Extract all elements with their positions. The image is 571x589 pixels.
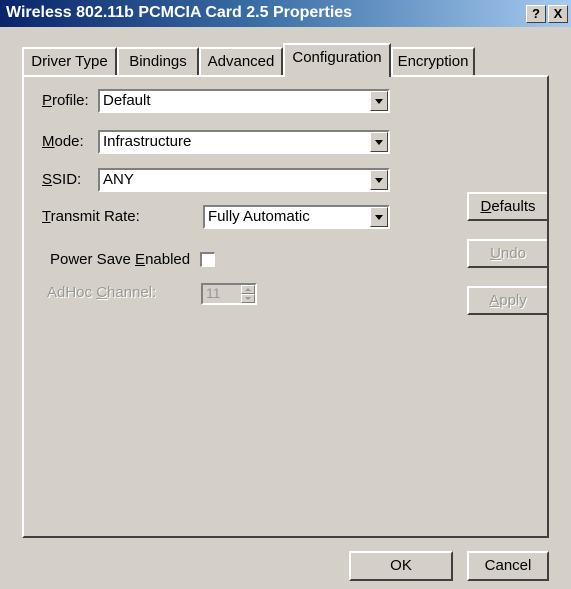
properties-dialog: Wireless 802.11b PCMCIA Card 2.5 Propert… (0, 0, 571, 589)
tab-driver-type[interactable]: Driver Type (22, 47, 117, 75)
title-bar[interactable]: Wireless 802.11b PCMCIA Card 2.5 Propert… (0, 0, 571, 27)
close-button[interactable]: X (548, 5, 568, 23)
tab-bindings[interactable]: Bindings (117, 47, 199, 75)
tab-encryption[interactable]: Encryption (391, 47, 475, 75)
window-title: Wireless 802.11b PCMCIA Card 2.5 Propert… (6, 4, 353, 21)
help-button[interactable]: ? (526, 5, 546, 23)
tab-configuration[interactable]: Configuration (283, 43, 391, 77)
ok-button[interactable]: OK (349, 551, 453, 581)
tab-advanced[interactable]: Advanced (199, 47, 283, 75)
configuration-panel (22, 75, 549, 538)
cancel-button[interactable]: Cancel (467, 551, 549, 581)
